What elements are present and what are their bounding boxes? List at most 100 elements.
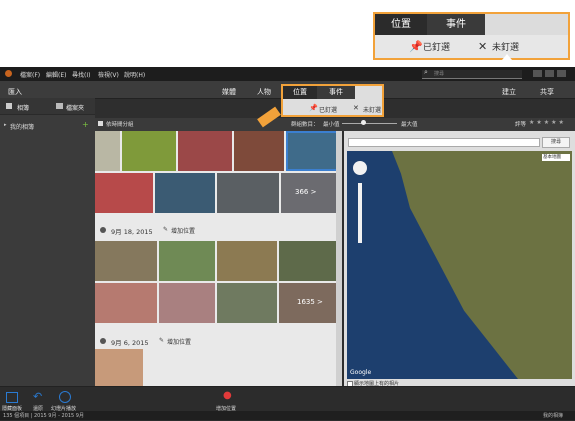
callout-pinned-label: 已釘選 — [423, 43, 451, 53]
photo-thumbnail[interactable] — [159, 283, 215, 323]
popup-tab-location[interactable]: 位置 — [283, 86, 317, 99]
map-type-select[interactable]: 基本地圖 — [542, 154, 570, 161]
pin-icon: 📌 — [309, 104, 318, 112]
add-location-link[interactable]: 增加位置 — [171, 226, 195, 235]
albums-tab[interactable]: 相簿 — [17, 103, 29, 112]
photo-thumbnail[interactable]: 1635 > — [279, 283, 338, 323]
map-pin-icon[interactable]: ● — [223, 390, 232, 401]
add-album-icon[interactable]: + — [82, 120, 89, 129]
group-collapse-icon[interactable] — [100, 227, 106, 233]
unpin-icon: ✕ — [478, 40, 488, 53]
callout-tabs: 位置 事件 — [375, 14, 568, 35]
group-date: 9月 18, 2015 — [111, 228, 153, 236]
map-pan-control[interactable] — [353, 161, 367, 175]
status-item-count: 135 個項目 | 2015 9月 - 2015 9月 — [3, 413, 84, 419]
callout-pointer — [502, 54, 512, 60]
photo-thumbnail[interactable] — [95, 283, 157, 323]
album-icon — [6, 103, 12, 109]
google-logo: Google — [350, 369, 372, 376]
menu-edit[interactable]: 編輯(E) — [46, 70, 66, 79]
photo-thumbnail[interactable] — [217, 173, 279, 213]
stack-count-badge[interactable]: 1635 > — [297, 298, 323, 306]
popup-tab-events[interactable]: 事件 — [317, 86, 355, 99]
folders-tab[interactable]: 檔案夾 — [66, 103, 84, 112]
group-by-time-checkbox[interactable] — [98, 121, 103, 126]
menu-file[interactable]: 檔案(F) — [20, 70, 40, 79]
pencil-icon: ✎ — [159, 337, 165, 344]
photo-thumbnail[interactable] — [95, 173, 153, 213]
group-count-slider[interactable] — [342, 123, 397, 124]
photo-thumbnail[interactable] — [279, 241, 338, 281]
left-panel: 相簿 檔案夾 ▸ 我的相簿 + — [0, 98, 95, 386]
photo-thumbnail[interactable] — [95, 241, 157, 281]
close-button[interactable] — [557, 70, 566, 77]
rating-label: 評等 — [515, 122, 527, 128]
left-panel-header: 相簿 檔案夾 — [0, 98, 95, 115]
popup-unpinned[interactable]: 未釘選 — [363, 105, 381, 114]
callout-pinned[interactable]: 📌已釘選 — [409, 39, 450, 55]
group-by-time-label: 依時間分組 — [106, 122, 134, 128]
photo-thumbnail[interactable] — [178, 131, 232, 171]
callout-unpinned[interactable]: ✕ 未釘選 — [478, 39, 519, 55]
share-button[interactable]: 共享 — [540, 87, 554, 97]
pencil-icon: ✎ — [163, 226, 169, 233]
rating-stars[interactable]: ★★★★★ — [529, 119, 566, 126]
menu-view[interactable]: 檢視(V) — [98, 70, 119, 79]
map-search-button-label: 搜尋 — [550, 139, 561, 145]
slideshow-icon[interactable] — [59, 391, 71, 403]
callout-zoom: 位置 事件 📌已釘選 ✕ 未釘選 — [373, 12, 570, 60]
photo-thumbnail[interactable] — [155, 173, 215, 213]
callout-tab-events[interactable]: 事件 — [427, 14, 485, 35]
search-field[interactable]: ⌕ 搜尋 — [422, 68, 522, 79]
slider-handle[interactable] — [361, 120, 366, 125]
callout-tab-location[interactable]: 位置 — [375, 14, 427, 35]
status-album: 我的相簿 — [543, 413, 564, 419]
photo-thumbnail[interactable] — [159, 241, 215, 281]
grid-scrollbar[interactable] — [336, 131, 342, 386]
tab-people[interactable]: 人物 — [257, 87, 271, 97]
photo-thumbnail[interactable] — [234, 131, 284, 171]
callout-unpinned-label: 未釘選 — [492, 43, 520, 53]
menu-find[interactable]: 尋找(I) — [72, 70, 90, 79]
tab-media[interactable]: 媒體 — [222, 87, 236, 97]
maximize-button[interactable] — [545, 70, 554, 77]
photo-thumbnail[interactable] — [95, 349, 143, 386]
import-button[interactable]: 匯入 — [8, 87, 22, 97]
photo-thumbnail[interactable]: 366 > — [281, 173, 338, 213]
photo-thumbnail[interactable] — [95, 131, 120, 171]
group-count-label: 群組數目： — [291, 122, 319, 128]
popup-pinned[interactable]: 已釘選 — [319, 105, 337, 114]
pin-icon: 📌 — [409, 40, 423, 53]
max-label: 最大值 — [401, 122, 418, 128]
undo-icon[interactable]: ↶ — [33, 390, 42, 403]
options-bar: 依時間分組 群組數目： 最小值 最大值 評等 ★★★★★ — [95, 118, 575, 131]
photo-grid: 366 > 9月 18, 2015 ✎ 增加位置 1635 > 9月 6, 20… — [95, 131, 342, 386]
menubar: 檔案(F) 編輯(E) 尋找(I) 檢視(V) 說明(H) ⌕ 搜尋 — [0, 67, 575, 81]
stack-count-badge[interactable]: 366 > — [295, 188, 316, 196]
app-logo-icon — [5, 70, 12, 77]
group-date: 9月 6, 2015 — [111, 339, 149, 347]
status-bar: 135 個項目 | 2015 9月 - 2015 9月 我的相簿 — [0, 411, 575, 420]
create-button[interactable]: 建立 — [502, 87, 516, 97]
map-view[interactable]: 基本地圖 Google — [347, 151, 572, 379]
menu-help[interactable]: 說明(H) — [124, 70, 145, 79]
map-search-button[interactable]: 搜尋 — [542, 137, 570, 148]
my-albums-label[interactable]: 我的相簿 — [10, 122, 34, 131]
map-zoom-slider[interactable] — [358, 183, 362, 243]
map-search-input[interactable] — [348, 138, 540, 147]
search-placeholder: 搜尋 — [434, 71, 445, 77]
pin-dropdown: 位置 事件 📌 已釘選 ✕ 未釘選 — [281, 84, 384, 117]
photo-thumbnail[interactable] — [217, 283, 277, 323]
min-label: 最小值 — [323, 122, 340, 128]
hide-panel-icon[interactable] — [6, 392, 18, 403]
search-icon: ⌕ — [424, 68, 428, 76]
minimize-button[interactable] — [533, 70, 542, 77]
photo-thumbnail[interactable] — [217, 241, 277, 281]
expand-arrow-icon[interactable]: ▸ — [4, 122, 7, 128]
unpin-icon: ✕ — [353, 104, 359, 112]
add-location-link[interactable]: 增加位置 — [167, 337, 191, 346]
photo-thumbnail[interactable] — [286, 131, 338, 171]
group-collapse-icon[interactable] — [100, 338, 106, 344]
photo-thumbnail[interactable] — [122, 131, 176, 171]
map-type-label: 基本地圖 — [543, 155, 561, 160]
